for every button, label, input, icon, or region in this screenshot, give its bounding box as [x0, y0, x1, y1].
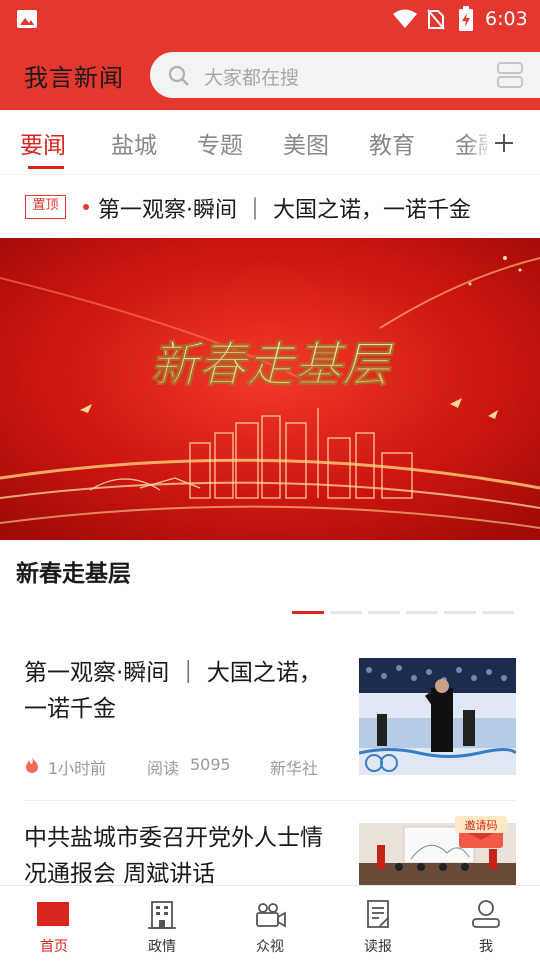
- wifi-icon: [393, 9, 417, 28]
- tabbar-item-dubao[interactable]: 读报: [324, 886, 432, 961]
- image-notification-icon: [17, 10, 37, 28]
- status-time: 6:03: [485, 8, 528, 30]
- tabbar-item-me[interactable]: 我: [432, 886, 540, 961]
- search-placeholder: 大家都在搜: [204, 67, 300, 89]
- news-thumbnail: [359, 658, 516, 775]
- pinned-badge: 置顶: [25, 195, 66, 219]
- status-bar: 6:03: [0, 0, 540, 38]
- tab-meitu[interactable]: 美图: [283, 126, 329, 160]
- hot-icon: [26, 757, 38, 773]
- app-title: 我言新闻: [24, 64, 124, 92]
- carousel-dot[interactable]: [368, 611, 400, 614]
- tabbar-label: 首页: [40, 939, 68, 955]
- carousel-dot[interactable]: [482, 611, 514, 614]
- tabbar-label: 政情: [148, 939, 176, 955]
- news-time: 1小时前: [48, 759, 107, 778]
- tab-yaowen[interactable]: 要闻: [20, 126, 66, 160]
- invite-code-label: 邀请码: [465, 818, 498, 832]
- news-source: 新华社: [270, 759, 319, 778]
- tab-yancheng[interactable]: 盐城: [111, 126, 157, 160]
- invite-code-button[interactable]: 邀请码: [455, 808, 507, 852]
- carousel-dot[interactable]: [444, 611, 476, 614]
- banner-headline: 新春走基层: [150, 339, 395, 392]
- home-icon: [37, 902, 69, 926]
- banner-carousel[interactable]: 新春走基层: [0, 238, 540, 540]
- carousel-indicator: [0, 611, 540, 615]
- video-camera-icon: [256, 903, 286, 928]
- category-tabs: 要闻 盐城 专题 美图 教育 金融: [0, 110, 540, 174]
- news-read-count: 5095: [190, 755, 231, 774]
- tabbar-label: 众视: [256, 939, 284, 955]
- newspaper-icon: [367, 900, 389, 928]
- carousel-dot[interactable]: [292, 611, 324, 614]
- tabbar-item-zhengqing[interactable]: 政情: [108, 886, 216, 961]
- user-icon: [472, 900, 500, 928]
- carousel-dot[interactable]: [406, 611, 438, 614]
- search-bar[interactable]: 大家都在搜: [150, 52, 540, 98]
- menu-icon[interactable]: [497, 62, 523, 88]
- pinned-title: 第一观察·瞬间 ｜ 大国之诺，一诺千金: [98, 198, 471, 223]
- active-tab-indicator: [28, 166, 64, 169]
- divider: [24, 800, 516, 801]
- no-sim-icon: [427, 9, 445, 30]
- news-read-label: 阅读: [147, 759, 180, 778]
- tab-jiaoyu[interactable]: 教育: [369, 126, 415, 160]
- battery-charging-icon: [459, 6, 473, 31]
- add-channel-icon[interactable]: [493, 132, 515, 154]
- bottom-tab-bar: 首页 政情 众视 读报 我: [0, 885, 540, 960]
- news-title: 中共盐城市委召开党外人士情况通报会 周斌讲话: [24, 825, 323, 885]
- search-icon: [168, 65, 189, 86]
- carousel-dot[interactable]: [330, 611, 362, 614]
- tab-zhuanti[interactable]: 专题: [197, 126, 243, 160]
- news-title: 第一观察·瞬间 ｜ 大国之诺，一诺千金: [24, 660, 322, 722]
- building-icon: [148, 901, 176, 929]
- bullet-dot: [83, 204, 89, 210]
- tabbar-label: 读报: [364, 939, 392, 955]
- app-header: 我言新闻 大家都在搜: [0, 38, 540, 110]
- banner-caption: 新春走基层: [16, 561, 131, 587]
- tabbar-item-home[interactable]: 首页: [0, 886, 108, 961]
- tabbar-label: 我: [479, 939, 493, 955]
- pinned-news[interactable]: 置顶 第一观察·瞬间 ｜ 大国之诺，一诺千金: [0, 174, 540, 238]
- banner-image: 新春走基层: [0, 238, 540, 540]
- tabbar-item-zhongshi[interactable]: 众视: [216, 886, 324, 961]
